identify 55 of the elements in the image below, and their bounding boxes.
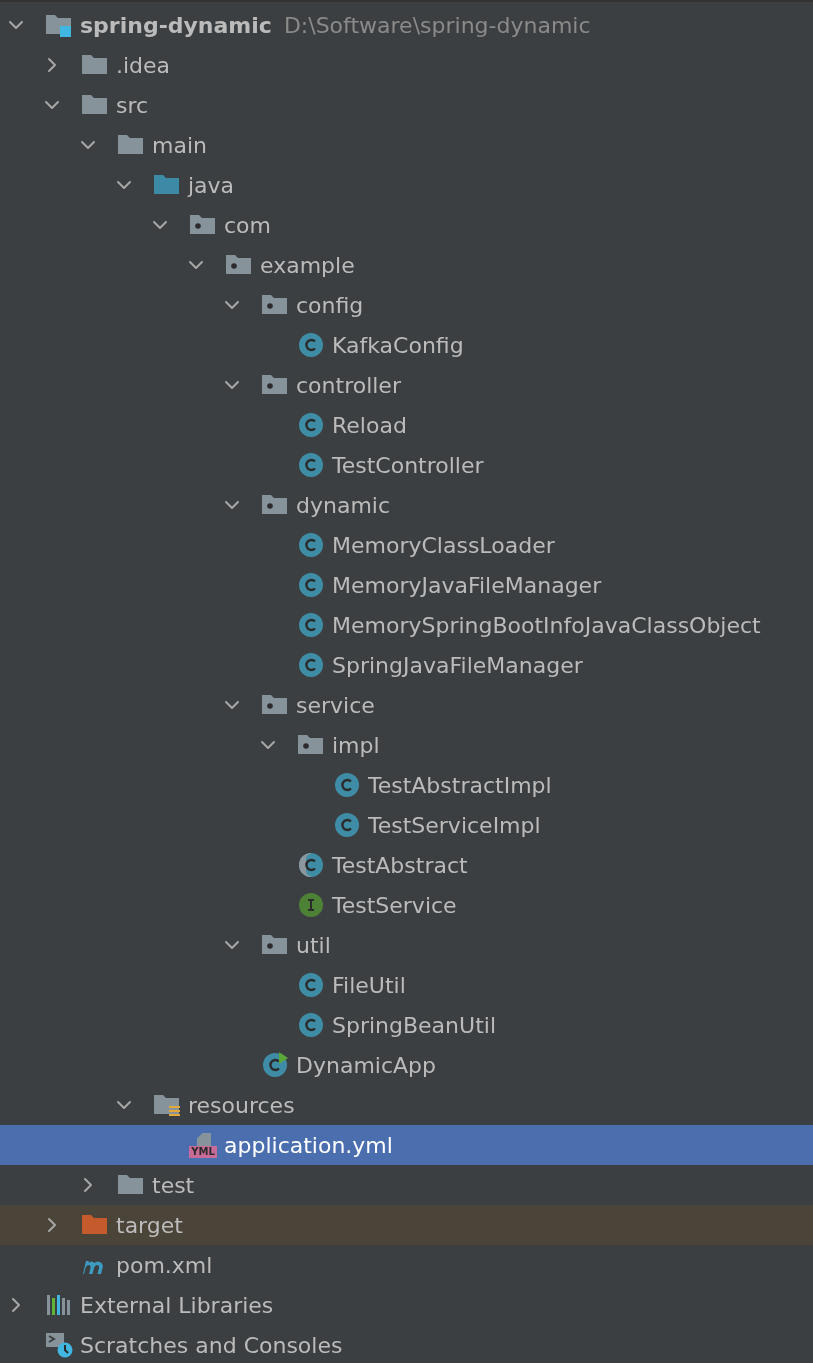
tree-item-label[interactable]: MemoryJavaFileManager [332, 572, 602, 598]
abstract-class-icon [297, 852, 325, 878]
scratches-icon [45, 1332, 73, 1358]
tree-item-label[interactable]: Scratches and Consoles [80, 1332, 343, 1358]
resources-folder-icon [153, 1092, 181, 1118]
class-icon [297, 332, 325, 358]
tree-item-label[interactable]: MemorySpringBootInfoJavaClassObject [332, 612, 761, 638]
tree-item-label[interactable]: TestService [332, 892, 457, 918]
tree-item-label[interactable]: config [296, 292, 364, 318]
tree-item-label[interactable]: example [260, 252, 355, 278]
tree-item-label[interactable]: SpringJavaFileManager [332, 652, 583, 678]
class-icon [297, 652, 325, 678]
runnable-class-icon [261, 1052, 289, 1078]
tree-item-label[interactable]: main [152, 132, 207, 158]
tree-item-label[interactable]: DynamicApp [296, 1052, 436, 1078]
class-icon [297, 572, 325, 598]
libraries-icon [45, 1292, 73, 1318]
tree-item-label[interactable]: TestServiceImpl [368, 812, 541, 838]
tree-item-label[interactable]: MemoryClassLoader [332, 532, 555, 558]
tree-item-label[interactable]: TestAbstract [332, 852, 468, 878]
tree-item-label[interactable]: TestAbstractImpl [368, 772, 552, 798]
tree-item-label[interactable]: src [116, 92, 149, 118]
tree-item-label[interactable]: pom.xml [116, 1252, 213, 1278]
tree-item-label[interactable]: spring-dynamic [80, 12, 272, 38]
tree-item-label[interactable]: impl [332, 732, 380, 758]
tree-item-label[interactable]: External Libraries [80, 1292, 274, 1318]
tree-item-label[interactable]: controller [296, 372, 401, 398]
tree-item-label[interactable]: application.yml [224, 1132, 393, 1158]
tree-item-label[interactable]: FileUtil [332, 972, 406, 998]
tree-item-label[interactable]: KafkaConfig [332, 332, 464, 358]
tree-item-label[interactable]: test [152, 1172, 195, 1198]
tree-item-label[interactable]: com [224, 212, 271, 238]
selected-tree-row[interactable]: YML application.yml [0, 1125, 813, 1165]
tree-item-label[interactable]: util [296, 932, 331, 958]
interface-icon [297, 892, 325, 918]
tree-item-label[interactable]: .idea [116, 52, 171, 78]
tree-item-label[interactable]: service [296, 692, 375, 718]
tree-item-label[interactable]: TestController [332, 452, 484, 478]
tree-item-label[interactable]: dynamic [296, 492, 391, 518]
class-icon [297, 412, 325, 438]
tree-item-label[interactable]: target [116, 1212, 183, 1238]
class-icon [297, 972, 325, 998]
class-icon [297, 452, 325, 478]
tree-item-label[interactable]: SpringBeanUtil [332, 1012, 496, 1038]
class-icon [297, 532, 325, 558]
class-icon [297, 1012, 325, 1038]
excluded-tree-row[interactable]: target [0, 1205, 813, 1245]
tree-item-label[interactable]: java [188, 172, 235, 198]
module-folder-icon [45, 12, 73, 38]
project-path: D:\Software\spring-dynamic [283, 12, 591, 38]
class-icon [297, 612, 325, 638]
tree-item-label[interactable]: resources [188, 1092, 295, 1118]
class-icon [333, 772, 361, 798]
tree-item-label[interactable]: Reload [332, 412, 407, 438]
class-icon [333, 812, 361, 838]
